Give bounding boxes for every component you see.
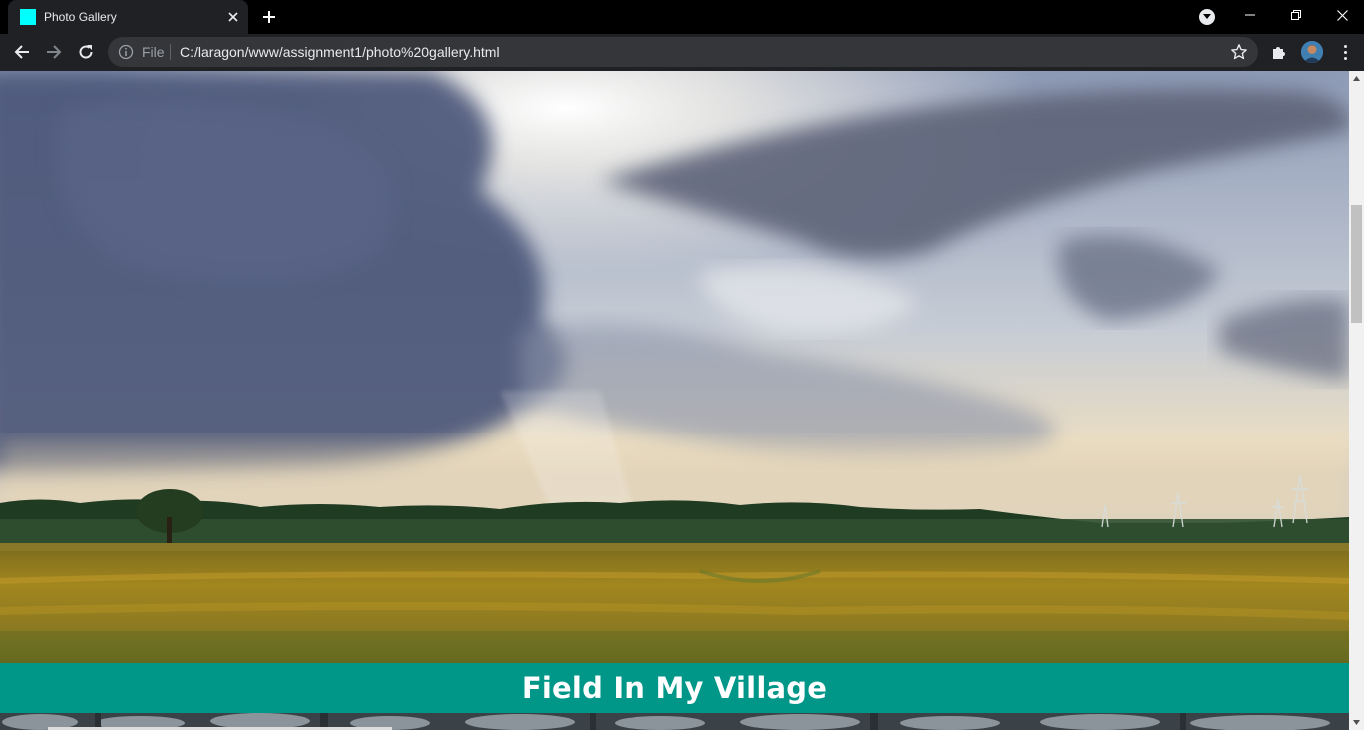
scroll-down-button[interactable] [1349, 715, 1364, 730]
close-window-button[interactable] [1319, 0, 1364, 30]
minimize-button[interactable] [1227, 0, 1273, 30]
restore-button[interactable] [1273, 0, 1319, 30]
caret-down-icon [1353, 720, 1360, 725]
back-arrow-icon [14, 45, 29, 59]
restore-icon [1291, 10, 1301, 20]
forward-button[interactable] [40, 38, 68, 66]
scroll-up-button[interactable] [1349, 71, 1364, 86]
avatar[interactable] [1301, 41, 1323, 63]
field-photo [0, 71, 1349, 663]
avatar-icon [1301, 41, 1323, 63]
photo-caption-bar: Field In My Village [0, 663, 1349, 713]
tab-strip: Photo Gallery [0, 0, 1364, 34]
tab-title: Photo Gallery [44, 10, 117, 24]
url-text[interactable]: C:/laragon/www/assignment1/photo%20galle… [180, 44, 500, 60]
star-icon[interactable] [1230, 43, 1248, 61]
scheme-label: File [142, 44, 165, 60]
photo-caption: Field In My Village [521, 671, 828, 705]
new-tab-button[interactable] [258, 6, 280, 28]
caret-up-icon [1353, 76, 1360, 81]
reload-icon [79, 45, 93, 59]
forward-arrow-icon [47, 45, 62, 59]
minimize-icon [1245, 14, 1255, 16]
tab-search-button[interactable] [1199, 9, 1215, 25]
kebab-menu-icon[interactable] [1336, 42, 1354, 62]
puzzle-icon[interactable] [1270, 43, 1288, 61]
close-icon [228, 12, 238, 22]
vertical-scrollbar[interactable] [1349, 71, 1364, 730]
address-bar[interactable]: File C:/laragon/www/assignment1/photo%20… [108, 37, 1258, 67]
plus-icon [263, 11, 275, 23]
browser-toolbar: File C:/laragon/www/assignment1/photo%20… [0, 34, 1364, 71]
back-button[interactable] [8, 38, 36, 66]
close-icon [1336, 9, 1348, 21]
page-viewport: Field In My Village [0, 71, 1349, 730]
chevron-down-icon [1203, 14, 1211, 19]
info-icon[interactable] [118, 44, 134, 60]
reload-button[interactable] [72, 38, 100, 66]
divider [170, 44, 171, 60]
scrollbar-thumb[interactable] [1351, 205, 1362, 323]
tab-close-button[interactable] [224, 8, 242, 26]
favicon-icon [20, 9, 36, 25]
tab-photo-gallery[interactable]: Photo Gallery [8, 0, 248, 34]
